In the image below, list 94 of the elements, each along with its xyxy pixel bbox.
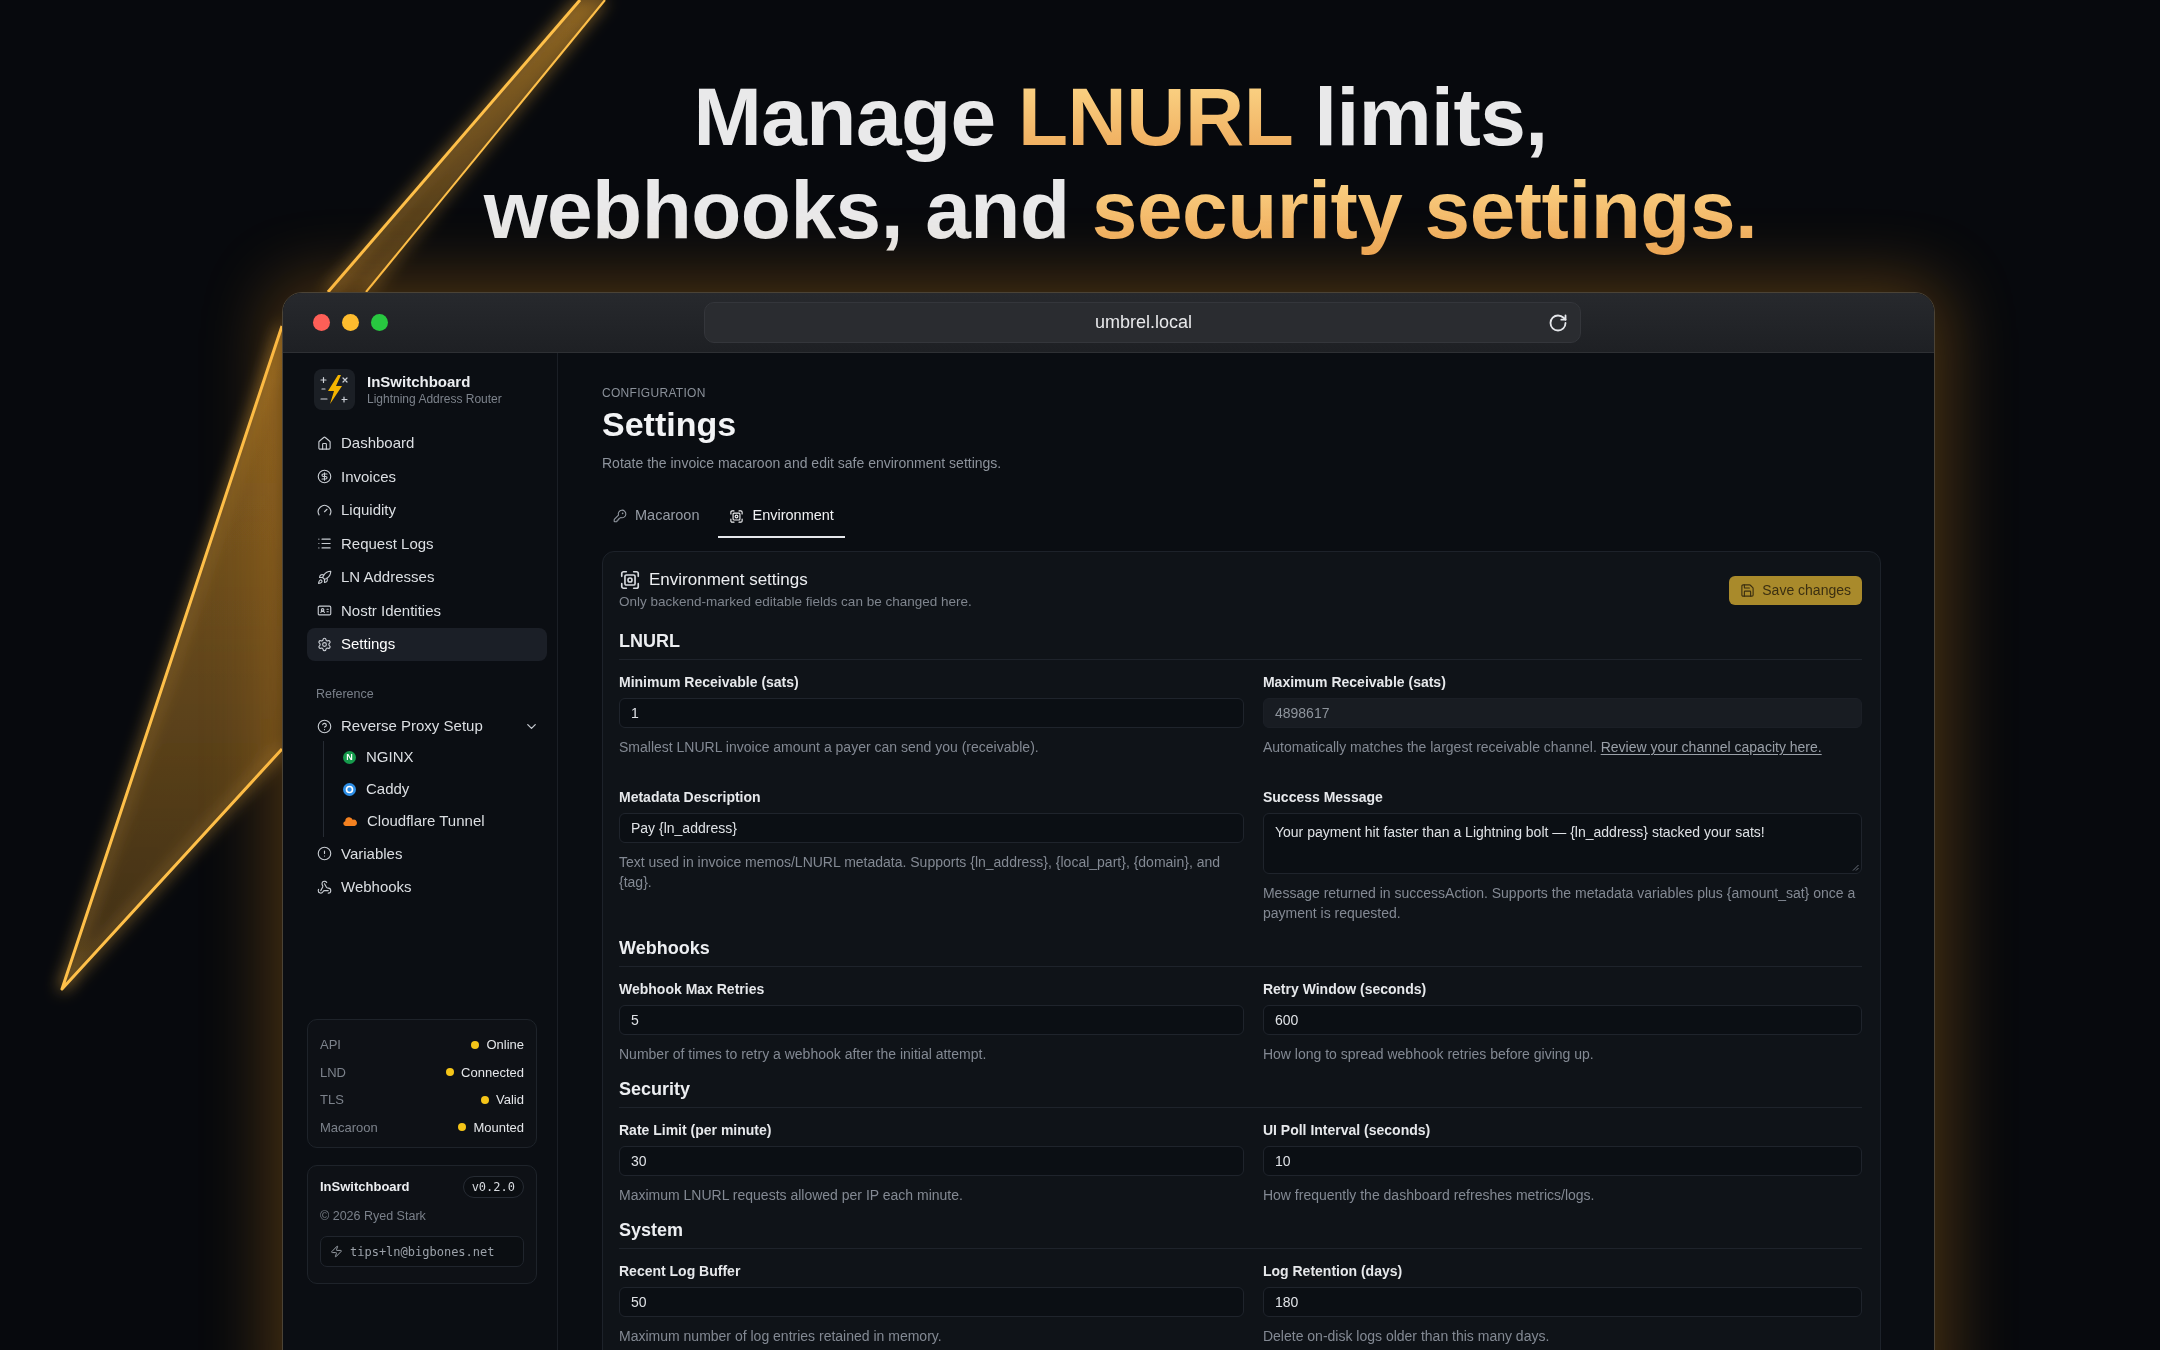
settings-icon	[317, 636, 332, 652]
window-control-icon[interactable]	[313, 314, 330, 331]
help-text: Smallest LNURL invoice amount a payer can send you (receivable).	[619, 738, 1039, 757]
field-label: UI Poll Interval (seconds)	[1262, 1121, 1431, 1140]
text-input[interactable]: Pay {ln_address}	[619, 813, 1244, 843]
tab[interactable]: Environment	[718, 496, 845, 538]
help-circle-icon	[317, 718, 332, 734]
help-text: Number of times to retry a webhook after the initial attempt.	[619, 1045, 987, 1064]
nav-item[interactable]: Request Logs	[307, 527, 547, 561]
save-icon	[1740, 582, 1756, 598]
help-text: How long to spread webhook retries before giving up.	[1262, 1045, 1594, 1064]
reload-icon[interactable]	[1548, 312, 1568, 333]
status-label: API	[320, 1036, 341, 1054]
status-value: Valid	[496, 1091, 524, 1109]
nav-item[interactable]: Settings	[307, 627, 547, 661]
resize-handle-icon	[1852, 864, 1859, 871]
nav-item[interactable]: Reverse Proxy Setup	[307, 711, 547, 741]
home-icon	[317, 435, 332, 451]
field-label: Rate Limit (per minute)	[619, 1121, 772, 1140]
status-value: Mounted	[473, 1118, 524, 1137]
dollar-circle-icon	[317, 469, 332, 485]
nav-item[interactable]: LN Addresses	[307, 560, 547, 594]
field-label: Webhook Max Retries	[619, 980, 765, 999]
status-value: Online	[486, 1036, 524, 1054]
nav-item[interactable]: Cloudflare Tunnel	[324, 805, 547, 837]
field-label: Minimum Receivable (sats)	[619, 673, 799, 692]
text-input[interactable]: 10	[1262, 1146, 1862, 1176]
nav-item[interactable]: Nostr Identities	[307, 594, 547, 628]
about-app-name: InSwitchboard	[320, 1178, 410, 1197]
section-label: Reference	[315, 686, 374, 702]
app-subtitle: Lightning Address Router	[367, 391, 502, 407]
page-subtitle: Rotate the invoice macaroon and edit safe environment settings.	[602, 454, 1002, 473]
bolt-logo-icon	[314, 369, 355, 410]
cloud-icon	[343, 816, 357, 826]
status-label: TLS	[320, 1091, 344, 1109]
nav-item[interactable]: Webhooks	[307, 870, 547, 904]
field-label: Maximum Receivable (sats)	[1262, 673, 1446, 692]
field-label: Success Message	[1262, 788, 1383, 807]
text-input[interactable]: 1	[619, 698, 1244, 728]
nav-item[interactable]: Caddy	[324, 773, 547, 805]
ring-logo-icon	[343, 782, 356, 796]
webhook-icon	[317, 879, 332, 895]
address-bar[interactable]: umbrel.local	[704, 302, 1581, 343]
help-text: Automatically matches the largest receivable channel. Review your channel capacity here.	[1262, 738, 1822, 757]
page-eyebrow: CONFIGURATION	[602, 385, 706, 401]
id-card-icon	[317, 603, 332, 619]
bolt-icon	[330, 1245, 343, 1258]
key-icon	[613, 509, 627, 523]
section-heading: LNURL	[619, 630, 680, 653]
text-input[interactable]: 600	[1262, 1005, 1862, 1035]
card-subtitle: Only backend-marked editable fields can be changed here.	[619, 593, 972, 611]
text-input[interactable]: 50	[619, 1287, 1244, 1317]
status-label: Macaroon	[320, 1118, 378, 1137]
text-input[interactable]: 30	[619, 1146, 1244, 1176]
scan-icon	[729, 508, 745, 524]
help-text: Maximum number of log entries retained in memory.	[619, 1327, 942, 1346]
gauge-icon	[317, 502, 332, 518]
field-label: Log Retention (days)	[1262, 1262, 1403, 1281]
tip-address-button[interactable]: tips+ln@bigbones.net	[320, 1236, 524, 1267]
help-text: Message returned in successAction. Supports the metadata variables plus {amount_sat} once a payment is requested.	[1262, 884, 1857, 923]
status-value: Connected	[461, 1063, 524, 1082]
field-label: Metadata Description	[619, 788, 761, 807]
app-name: InSwitchboard	[367, 372, 471, 391]
help-text: Delete on-disk logs older than this many days.	[1262, 1327, 1550, 1346]
headline: Manage LNURL limits, webhooks, and security settings.	[483, 70, 1758, 256]
field-label: Retry Window (seconds)	[1262, 980, 1427, 999]
version-number: v0.2.0	[462, 1176, 524, 1198]
alert-circle-icon	[317, 846, 332, 862]
copyright-text: © 2026 Ryed Stark	[320, 1208, 426, 1225]
section-heading: Webhooks	[619, 937, 710, 960]
section-heading: Security	[619, 1078, 691, 1101]
nav-item[interactable]: Liquidity	[307, 493, 547, 527]
help-text: Maximum LNURL requests allowed per IP each minute.	[619, 1186, 963, 1205]
status-label: LND	[320, 1063, 346, 1082]
nav-item[interactable]: Dashboard	[307, 426, 547, 460]
page-title: Settings	[602, 404, 737, 444]
section-heading: System	[619, 1219, 684, 1242]
text-input[interactable]: 5	[619, 1005, 1244, 1035]
nav-item[interactable]: Invoices	[307, 460, 547, 494]
letter-logo: N	[343, 750, 356, 764]
window-control-icon[interactable]	[371, 314, 388, 331]
rocket-icon	[317, 569, 332, 585]
scan-icon	[619, 569, 641, 591]
card-title: Environment settings	[649, 569, 808, 591]
nav-item[interactable]: N NGINX	[324, 741, 547, 773]
text-input[interactable]: 180	[1262, 1287, 1862, 1317]
list-icon	[317, 536, 332, 552]
window-control-icon[interactable]	[342, 314, 359, 331]
field-label: Recent Log Buffer	[619, 1262, 741, 1281]
help-text: Text used in invoice memos/LNURL metadata. Supports {ln_address}, {local_part}, {domain}, and {tag}.	[619, 853, 1222, 892]
nav-item[interactable]: Variables	[307, 837, 547, 871]
help-text: How frequently the dashboard refreshes metrics/logs.	[1262, 1186, 1595, 1205]
textarea-field[interactable]: Your payment hit faster than a Lightning bolt — {ln_address} stacked your sats!	[1262, 813, 1862, 874]
tab[interactable]: Macaroon	[602, 496, 711, 538]
